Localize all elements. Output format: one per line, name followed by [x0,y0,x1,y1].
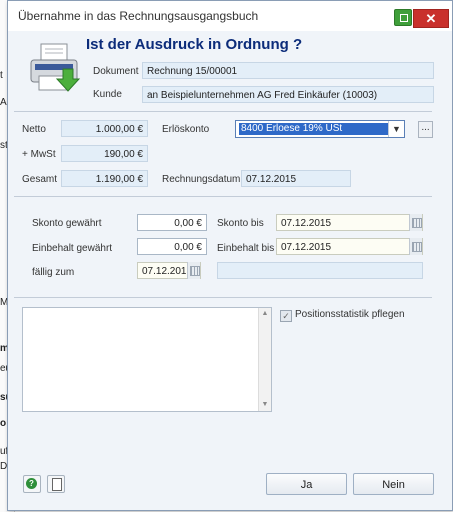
help-icon: ? [26,478,37,489]
document-icon [52,478,62,491]
separator [14,297,432,298]
customer-label: Kunde [93,89,122,100]
einbehalt-bis-label: Einbehalt bis [217,243,275,254]
netto-label: Netto [22,124,46,135]
gesamt-label: Gesamt [22,174,58,185]
scroll-down-icon[interactable]: ▼ [259,399,271,411]
mwst-label: + MwSt [22,149,56,160]
chevron-down-icon[interactable]: ▼ [388,121,404,137]
document-button[interactable] [47,475,65,493]
nein-button[interactable]: Nein [353,473,434,495]
document-field: Rechnung 15/00001 [142,62,434,79]
mwst-field: 190,00 € [61,145,148,162]
window-title: Übernahme in das Rechnungsausgangsbuch [18,9,259,23]
einbehalt-label: Einbehalt gewährt [32,243,113,254]
invoice-date-field: 07.12.2015 [241,170,351,187]
positionsstatistik-checkbox[interactable]: ✓ [280,310,292,322]
gesamt-field: 1.190,00 € [61,170,148,187]
printer-icon [30,43,81,92]
document-label: Dokument [93,66,139,77]
separator [14,196,432,197]
revenue-account-value: 8400 Erloese 19% USt [239,123,389,135]
skonto-label: Skonto gewährt [32,218,102,229]
skonto-input[interactable]: 0,00 € [137,214,207,231]
netto-field: 1.000,00 € [61,120,148,137]
invoice-date-label: Rechnungsdatum [162,174,241,185]
ja-button[interactable]: Ja [266,473,347,495]
extra-info-field[interactable] [217,262,423,279]
faellig-label: fällig zum [32,267,75,278]
einbehalt-input[interactable]: 0,00 € [137,238,207,255]
calendar-icon[interactable] [187,262,200,279]
skonto-bis-date-field[interactable]: 07.12.2015 [276,214,423,231]
page-title: Ist der Ausdruck in Ordnung ? [86,36,303,53]
positionsstatistik-label: Positionsstatistik pflegen [295,309,405,320]
restore-window-icon[interactable] [394,9,412,26]
customer-field: an Beispielunternehmen AG Fred Einkäufer… [142,86,434,103]
skonto-bis-label: Skonto bis [217,218,264,229]
einbehalt-bis-date-field[interactable]: 07.12.2015 [276,238,423,255]
revenue-account-label: Erlöskonto [162,124,210,135]
calendar-icon[interactable] [409,238,422,255]
calendar-icon[interactable] [409,214,422,231]
revenue-account-more-button[interactable]: ... [418,121,433,138]
memo-scrollbar[interactable]: ▲ ▼ [258,308,271,411]
revenue-account-select[interactable]: 8400 Erloese 19% USt ▼ [235,120,405,138]
title-bar: Übernahme in das Rechnungsausgangsbuch ✕ [8,1,452,31]
separator [14,111,432,112]
scroll-up-icon[interactable]: ▲ [259,308,271,320]
memo-textarea[interactable]: ▲ ▼ [22,307,272,412]
close-button[interactable]: ✕ [413,9,449,28]
help-button[interactable]: ? [23,475,41,493]
